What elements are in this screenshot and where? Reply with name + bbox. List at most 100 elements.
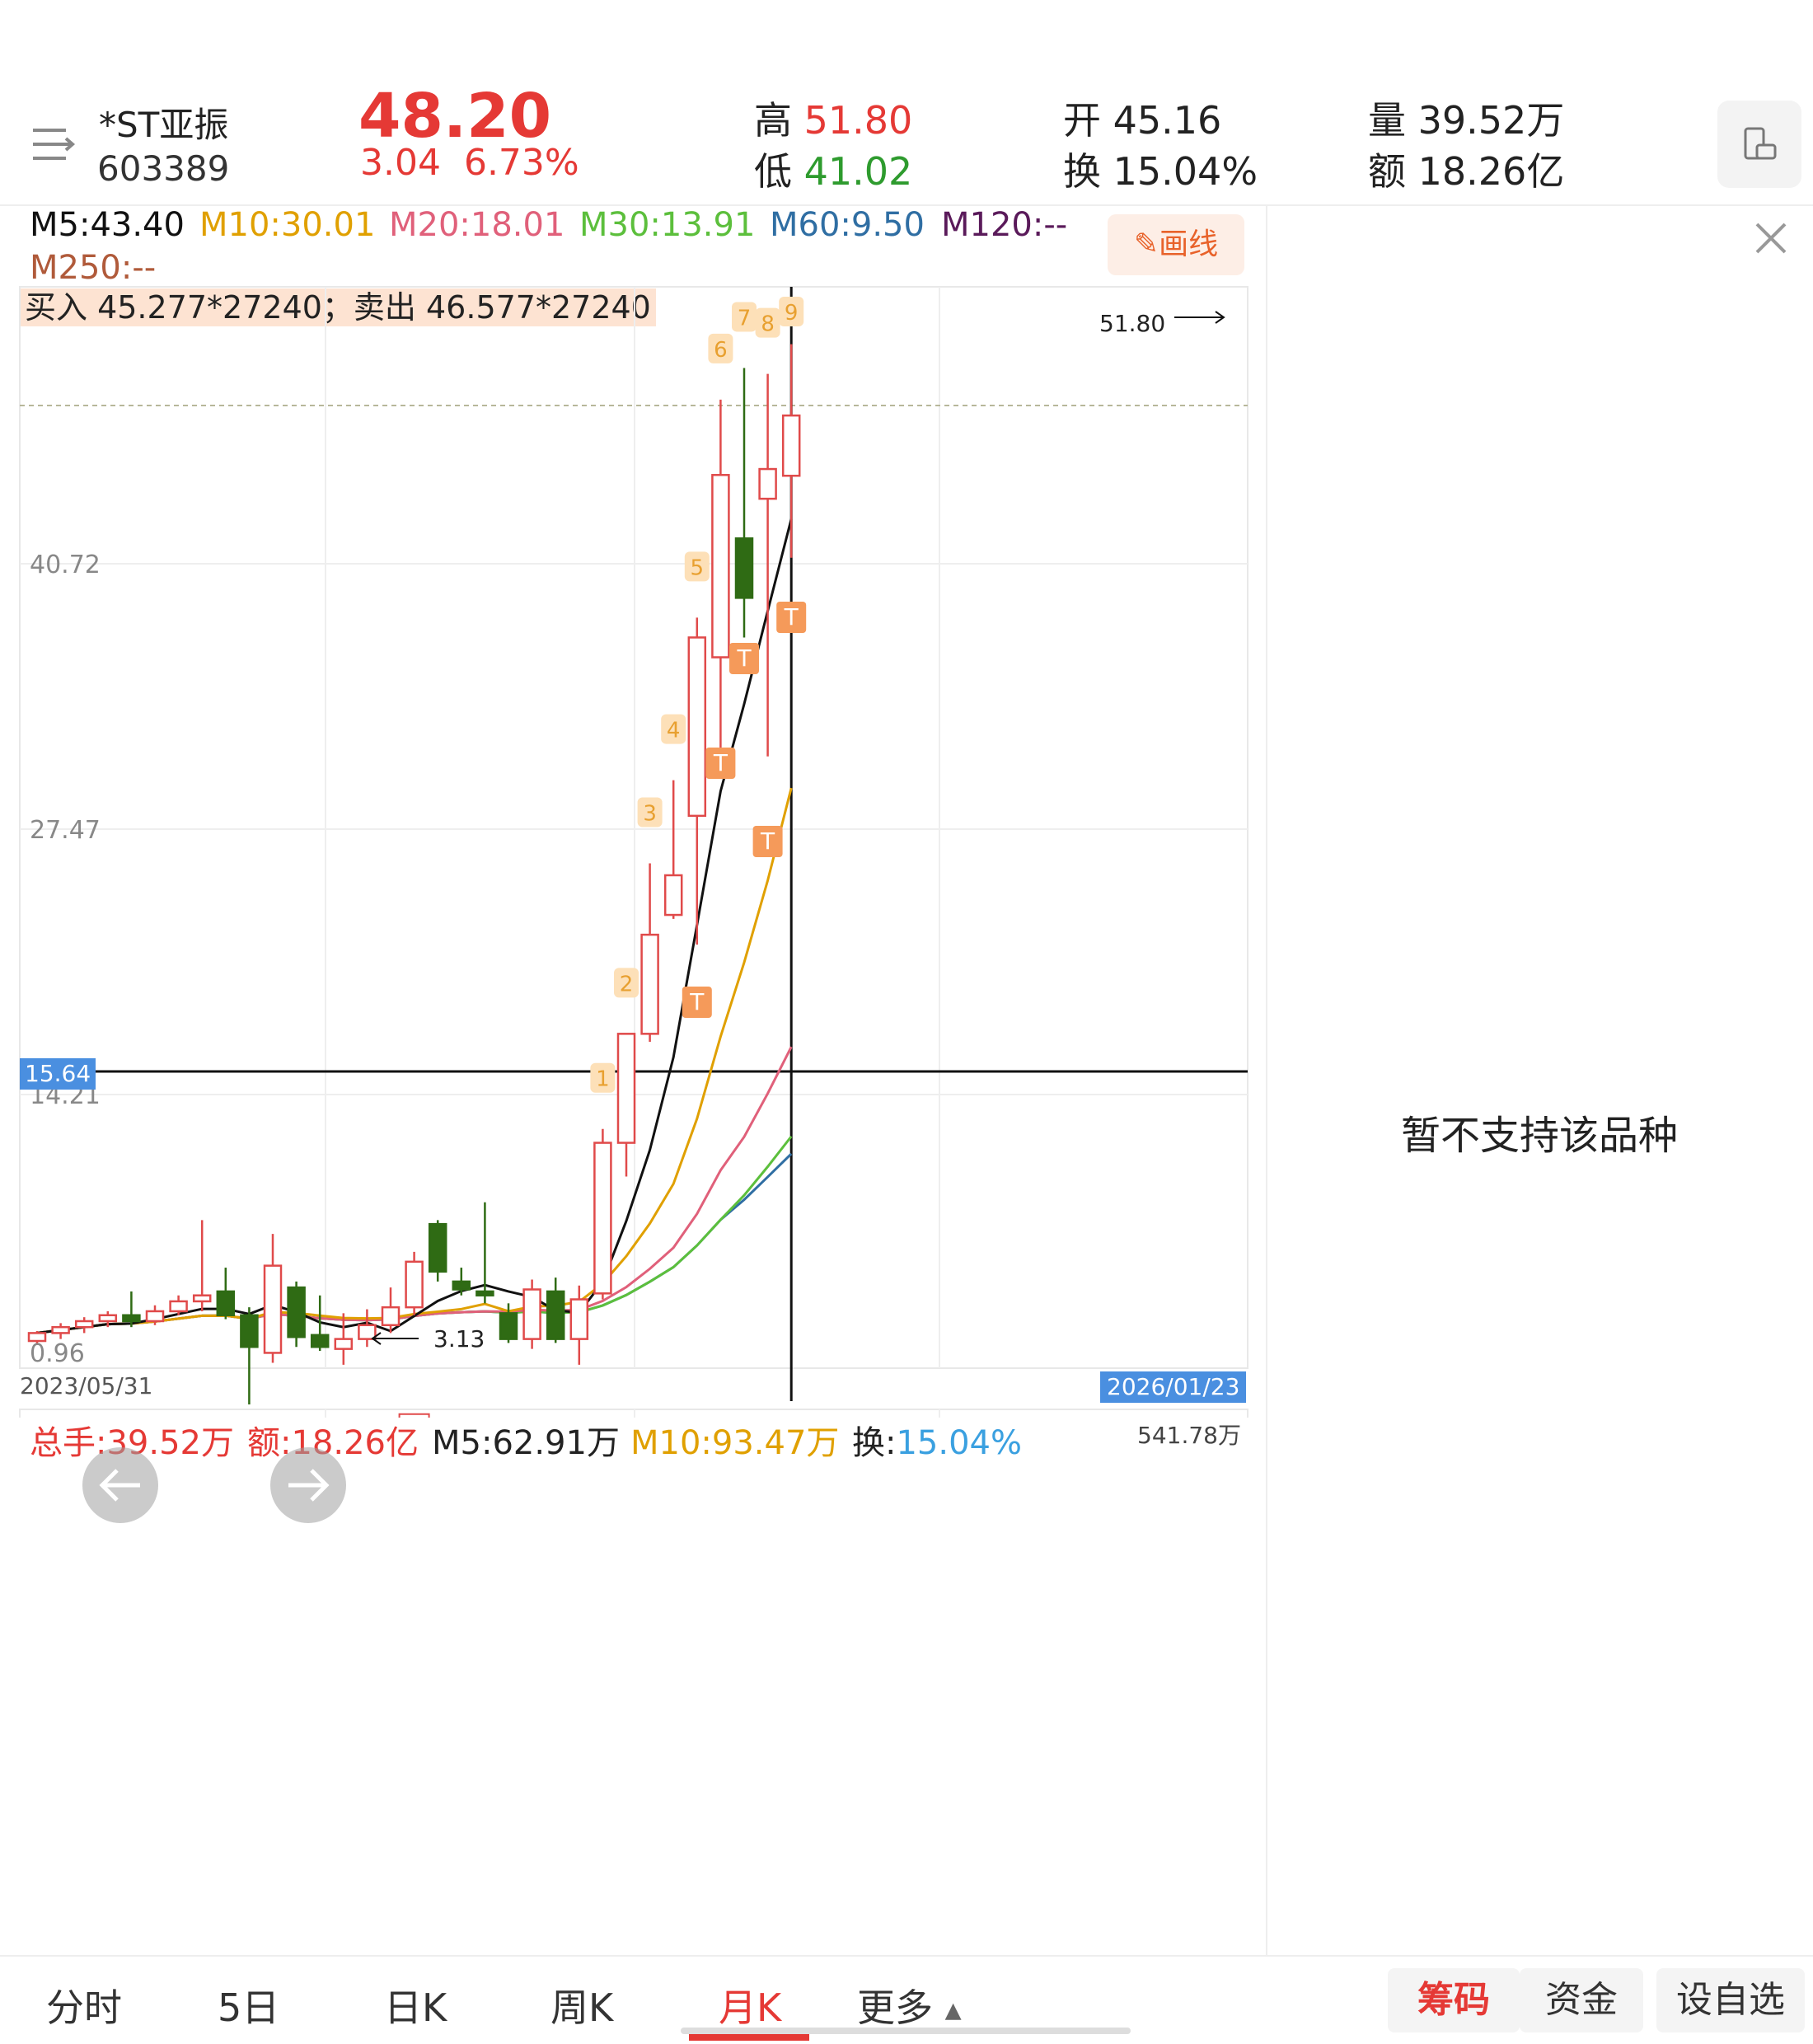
caret-up-icon: ▲: [944, 1998, 962, 2023]
candle-body: [640, 933, 659, 1035]
ma120-label: M120:--: [941, 206, 1068, 244]
candlestick-chart[interactable]: 1 2 3 4 5 67 8 9 T T T T T: [0, 280, 1261, 1418]
scroll-indicator: [681, 2028, 1131, 2034]
arrow-right-icon: [288, 1469, 330, 1502]
low-value: 41.02: [803, 149, 913, 194]
tab-weekly-k[interactable]: 周K: [550, 1978, 613, 2032]
landscape-toggle-button[interactable]: [1717, 101, 1801, 188]
change-value: 3.04: [360, 142, 441, 184]
candle-body: [593, 1142, 612, 1295]
ma30-label: M30:13.91: [579, 206, 756, 244]
signal-number: 8: [761, 312, 775, 337]
tab-more[interactable]: 更多 ▲: [857, 1978, 962, 2032]
volume-ma5-label: M5:62.91万: [432, 1424, 620, 1462]
candle-body: [334, 1338, 354, 1350]
candle-body: [476, 1290, 494, 1296]
open-value: 45.16: [1113, 98, 1222, 143]
ma10-label: M10:30.01: [199, 206, 376, 244]
candle-body: [381, 1306, 401, 1327]
price-tick-2: 27.47: [30, 816, 101, 845]
stock-name: *ST亚振: [99, 105, 229, 145]
signal-number: 1: [596, 1067, 610, 1092]
phone-landscape-icon: [1744, 127, 1777, 160]
t-marker-label: T: [784, 603, 799, 631]
chips-button[interactable]: 筹码: [1388, 1968, 1520, 2032]
price-tick-1: 40.72: [30, 551, 101, 579]
signal-number: 3: [643, 802, 657, 827]
candle-body: [74, 1320, 94, 1329]
signal-number: 4: [667, 719, 681, 743]
candle-body: [145, 1310, 165, 1323]
signal-number: 2: [620, 972, 634, 996]
stock-code: 603389: [97, 148, 230, 189]
candle-body: [287, 1286, 306, 1338]
ma5-label: M5:43.40: [30, 206, 185, 244]
capital-button[interactable]: 资金: [1520, 1968, 1643, 2032]
candle-body: [169, 1300, 188, 1313]
candle-body: [616, 1033, 636, 1144]
unsupported-message: 暂不支持该品种: [1401, 1113, 1679, 1159]
amount-value: 18.26亿: [1417, 149, 1565, 194]
ma20-label: M20:18.01: [389, 206, 565, 244]
crosshair-price-label: 15.64: [20, 1058, 96, 1090]
amount-stat: 额 18.26亿: [1368, 149, 1565, 194]
volume-ma10-label: M10:93.47万: [630, 1424, 840, 1462]
menu-icon[interactable]: [30, 124, 76, 165]
high-stat: 高 51.80: [754, 98, 913, 143]
candle-body: [122, 1314, 141, 1323]
t-marker-label: T: [689, 988, 705, 1015]
candle-body: [51, 1325, 70, 1334]
candle-body: [405, 1260, 424, 1309]
volume-value: 39.52万: [1417, 98, 1565, 143]
price-change: 3.04 6.73%: [360, 142, 579, 184]
candle-body: [758, 467, 777, 500]
draw-line-button[interactable]: ✎画线: [1108, 214, 1244, 275]
candle-body: [452, 1280, 471, 1291]
bottom-divider: [0, 1955, 1813, 1957]
crosshair-date-label: 2026/01/23: [1100, 1371, 1247, 1403]
candle-body: [734, 537, 754, 599]
volume-max-label: 541.78万: [1137, 1422, 1241, 1449]
price-tick-4: 0.96: [30, 1339, 85, 1368]
candle-body: [522, 1288, 541, 1340]
next-arrow-button[interactable]: [270, 1447, 346, 1523]
tab-5day[interactable]: 5日: [218, 1978, 279, 2032]
pencil-icon: ✎: [1133, 227, 1159, 261]
t-marker-label: T: [760, 827, 775, 855]
prev-arrow-button[interactable]: [82, 1447, 158, 1523]
signal-number: 9: [785, 301, 799, 326]
candle-body: [310, 1334, 330, 1348]
change-percent: 6.73%: [463, 142, 579, 184]
candle-body: [711, 474, 730, 659]
add-watchlist-button[interactable]: 设自选: [1656, 1968, 1805, 2032]
candle-body: [687, 636, 707, 818]
low-annotation: 3.13: [433, 1325, 485, 1353]
ma10-line: [36, 787, 793, 1334]
turnover-stat: 换 15.04%: [1063, 149, 1258, 194]
t-marker-label: T: [713, 749, 728, 776]
close-icon[interactable]: [1752, 219, 1790, 257]
candle-body: [663, 874, 683, 917]
candle-body: [192, 1294, 212, 1303]
candle-body: [98, 1314, 118, 1323]
candle-body: [499, 1312, 518, 1340]
signal-number: 7: [738, 306, 752, 331]
tab-daily-k[interactable]: 日K: [384, 1978, 447, 2032]
candle-body: [569, 1298, 589, 1340]
candle-body: [781, 414, 801, 477]
active-tab-indicator: [689, 2034, 809, 2041]
candle-body: [546, 1290, 565, 1340]
high-annotation: 51.80: [1099, 310, 1166, 337]
candle-body: [263, 1264, 283, 1354]
tab-fenshi[interactable]: 分时: [46, 1978, 122, 2032]
t-marker-label: T: [736, 645, 752, 672]
volume-stat: 量 39.52万: [1368, 98, 1565, 143]
candle-body: [216, 1290, 236, 1317]
candle-body: [358, 1324, 377, 1340]
ma60-label: M60:9.50: [770, 206, 925, 244]
signal-number: 5: [691, 556, 705, 580]
volume-turnover: 换:15.04%: [852, 1424, 1023, 1462]
turnover-value: 15.04%: [1113, 149, 1258, 194]
high-value: 51.80: [803, 98, 913, 143]
tab-monthly-k[interactable]: 月K: [719, 1978, 781, 2032]
